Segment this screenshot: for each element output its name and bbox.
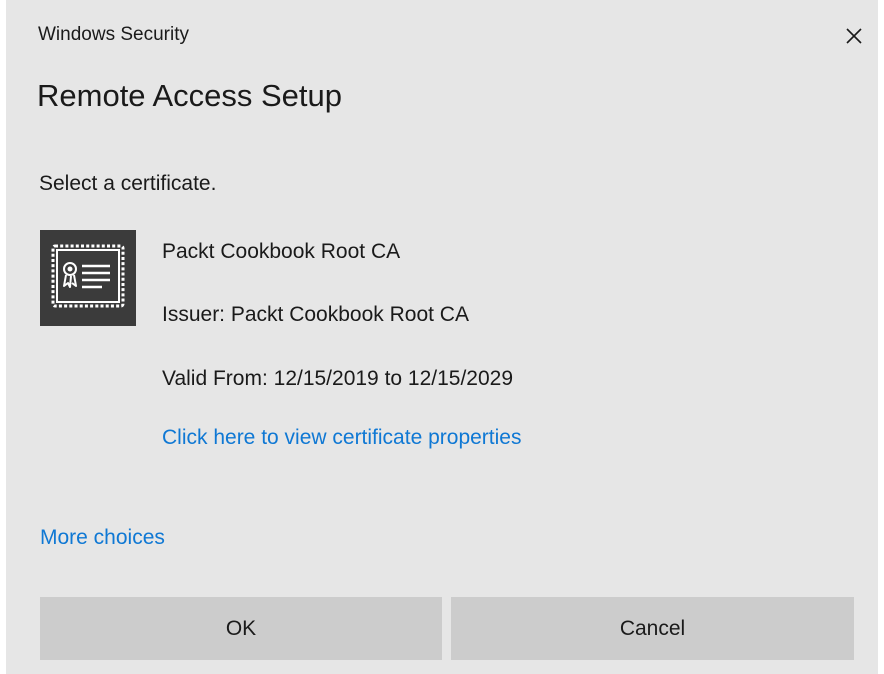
window-title: Windows Security — [38, 24, 189, 45]
close-icon — [846, 28, 862, 44]
select-certificate-prompt: Select a certificate. — [39, 172, 217, 195]
certificate-name: Packt Cookbook Root CA — [162, 240, 401, 263]
dialog-heading: Remote Access Setup — [37, 78, 342, 113]
certificate-validity: Valid From: 12/15/2019 to 12/15/2029 — [162, 367, 514, 390]
view-certificate-properties-link[interactable]: Click here to view certificate propertie… — [162, 426, 521, 450]
certificate-issuer: Issuer: Packt Cookbook Root CA — [162, 303, 469, 326]
more-choices-link[interactable]: More choices — [40, 526, 165, 550]
ok-button[interactable]: OK — [40, 597, 442, 660]
cancel-button[interactable]: Cancel — [451, 597, 854, 660]
close-button[interactable] — [840, 22, 868, 50]
certificate-icon — [40, 230, 136, 326]
windows-security-dialog: Windows Security Remote Access Setup Sel… — [6, 0, 878, 674]
